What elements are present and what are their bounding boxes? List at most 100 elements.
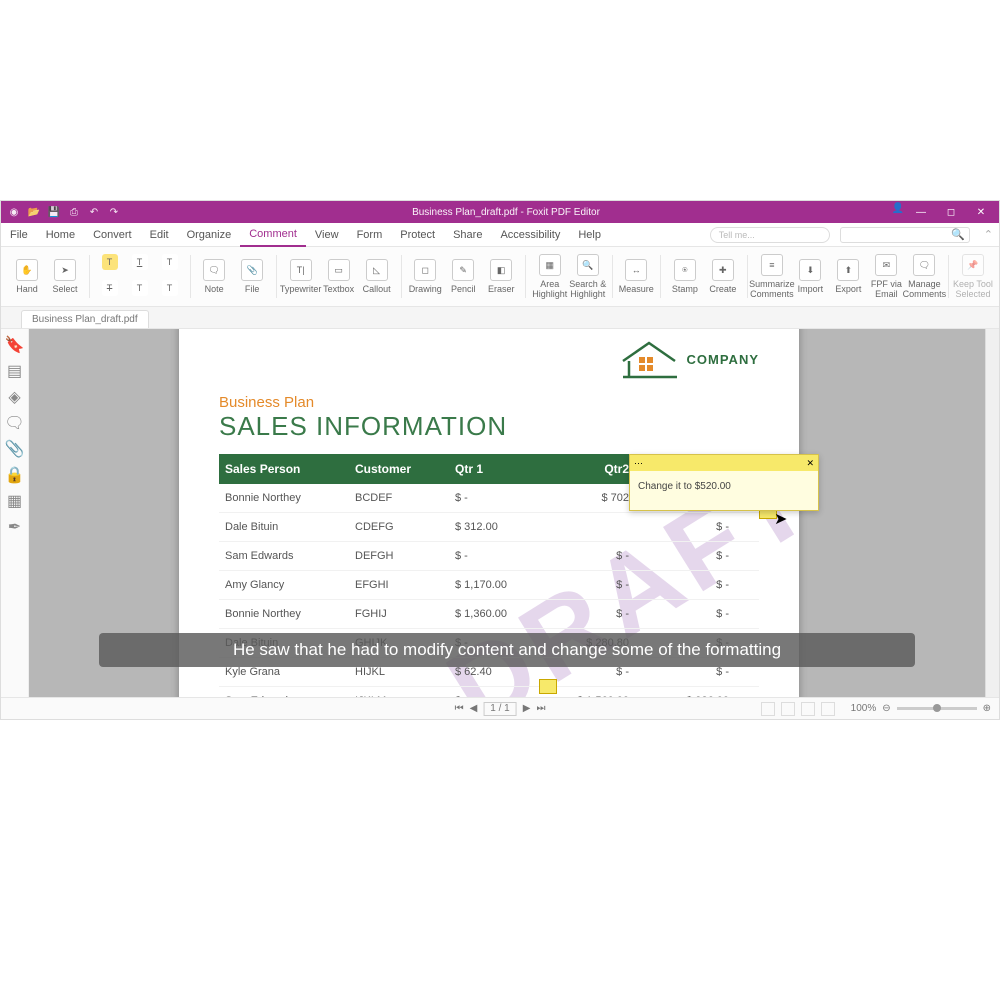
tool-measure[interactable]: ↔Measure [618,251,654,302]
save-icon[interactable]: 💾 [47,205,61,219]
tool-summarize[interactable]: ≡Summarize Comments [753,251,790,302]
cell: $ 936.00 [649,687,749,697]
menu-home[interactable]: Home [37,223,84,247]
table-row: Dale BituinCDEFG$ 312.00$ - [219,513,759,542]
menu-edit[interactable]: Edit [141,223,178,247]
articles-icon[interactable]: ▦ [7,493,23,509]
security-icon[interactable]: 🔒 [7,467,23,483]
menu-protect[interactable]: Protect [391,223,444,247]
find-search[interactable]: 🔍 [840,227,970,243]
mouse-cursor-icon: ➤ [774,509,787,529]
menu-view[interactable]: View [306,223,348,247]
manage-icon: 🗨 [913,254,935,276]
tool-replace[interactable]: T [160,278,180,301]
cell: $ 1,170.00 [449,571,549,599]
menu-help[interactable]: Help [569,223,610,247]
tool-typewriter[interactable]: T|Typewriter [283,251,319,302]
document-viewport[interactable]: DRAFT COMPANY Business Plan [29,329,985,697]
signatures-icon[interactable]: ✒ [7,519,23,535]
table-row: Amy GlancyEFGHI$ 1,170.00$ -$ - [219,571,759,600]
view-continuous-icon[interactable] [781,702,795,716]
page-indicator[interactable]: 1 / 1 [483,702,516,716]
close-button[interactable]: ✕ [967,201,995,223]
pages-icon[interactable]: ▤ [7,363,23,379]
tool-area-highlight[interactable]: ▦Area Highlight [532,251,568,302]
comment-options-icon[interactable]: ⋯ [634,458,643,469]
tool-eraser[interactable]: ◧Eraser [483,251,519,302]
last-page-icon[interactable]: ⏭ [536,703,545,714]
tool-fpf-email[interactable]: ✉FPF via Email [868,251,904,302]
view-facing-cont-icon[interactable] [821,702,835,716]
comment-close-icon[interactable]: ✕ [806,458,814,469]
tool-strikeout[interactable]: T [100,278,120,301]
tool-squiggly[interactable]: T [130,278,150,301]
summarize-icon: ≡ [761,254,783,276]
tool-hand[interactable]: ✋Hand [9,251,45,302]
menu-form[interactable]: Form [348,223,392,247]
zoom-slider[interactable] [897,707,977,710]
tool-underline[interactable]: T [130,252,150,275]
col-sales-person: Sales Person [219,454,349,484]
view-single-icon[interactable] [761,702,775,716]
tool-create[interactable]: ✚Create [705,251,741,302]
cell: CDEFG [349,513,449,541]
menu-accessibility[interactable]: Accessibility [491,223,569,247]
document-tab[interactable]: Business Plan_draft.pdf [21,310,149,328]
zoom-in-icon[interactable]: ⊕ [983,703,991,714]
tool-note[interactable]: 🗨Note [196,251,232,302]
pin-icon: 📌 [962,254,984,276]
left-panel-rail: 🔖 ▤ ◈ 🗨 📎 🔒 ▦ ✒ [1,329,29,697]
zoom-out-icon[interactable]: ⊖ [882,703,890,714]
cell: Bonnie Northey [219,600,349,628]
tool-highlight[interactable]: T [100,252,120,275]
tool-import[interactable]: ⬇Import [792,251,828,302]
menu-share[interactable]: Share [444,223,491,247]
open-icon[interactable]: 📂 [27,205,41,219]
maximize-button[interactable]: ◻ [937,201,965,223]
tool-search-highlight[interactable]: 🔍Search & Highlight [570,251,606,302]
tool-export[interactable]: ⬆Export [830,251,866,302]
attachments-icon[interactable]: 📎 [7,441,23,457]
tell-me-search[interactable]: Tell me... [710,227,830,243]
first-page-icon[interactable]: ⏮ [455,703,464,714]
menu-comment[interactable]: Comment [240,223,306,247]
tool-pencil[interactable]: ✎Pencil [445,251,481,302]
undo-icon[interactable]: ↶ [87,205,101,219]
comment-popup-header[interactable]: ⋯ ✕ [630,455,818,471]
view-facing-icon[interactable] [801,702,815,716]
menu-file[interactable]: File [1,223,37,247]
sticky-note-marker-2[interactable] [539,679,557,694]
menu-organize[interactable]: Organize [178,223,241,247]
search-highlight-icon: 🔍 [577,254,599,276]
menu-convert[interactable]: Convert [84,223,141,247]
ribbon-collapse-icon[interactable]: ⌃ [984,228,993,241]
tool-manage-comments[interactable]: 🗨Manage Comments [906,251,942,302]
tool-callout[interactable]: ◺Callout [359,251,395,302]
cell: EFGHI [349,571,449,599]
prev-page-icon[interactable]: ◀ [470,703,478,714]
tool-file[interactable]: 📎File [234,251,270,302]
cell: Sam Edwards [219,542,349,570]
statusbar: ⏮ ◀ 1 / 1 ▶ ⏭ 100% ⊖ ⊕ [1,697,999,719]
strikeout-icon: T [102,280,118,296]
tool-stamp[interactable]: ⍟Stamp [667,251,703,302]
minimize-button[interactable]: — [907,201,935,223]
user-icon[interactable]: 👤 [891,201,905,215]
redo-icon[interactable]: ↷ [107,205,121,219]
comments-panel-icon[interactable]: 🗨 [7,415,23,431]
tool-drawing[interactable]: ◻Drawing [407,251,443,302]
tool-caret[interactable]: T [160,252,180,275]
vertical-scrollbar[interactable] [985,329,999,697]
squiggly-icon: T [132,280,148,296]
tool-keep-selected[interactable]: 📌Keep Tool Selected [955,251,991,302]
next-page-icon[interactable]: ▶ [523,703,531,714]
tool-textbox[interactable]: ▭Textbox [321,251,357,302]
titlebar: ◉ 📂 💾 ⎙ ↶ ↷ Business Plan_draft.pdf - Fo… [1,201,999,223]
tool-select[interactable]: ➤Select [47,251,83,302]
eraser-icon: ◧ [490,259,512,281]
comment-popup[interactable]: ⋯ ✕ Change it to $520.00 [629,454,819,511]
bookmarks-icon[interactable]: 🔖 [7,337,23,353]
cell: $ - [649,600,749,628]
layers-icon[interactable]: ◈ [7,389,23,405]
print-icon[interactable]: ⎙ [67,205,81,219]
